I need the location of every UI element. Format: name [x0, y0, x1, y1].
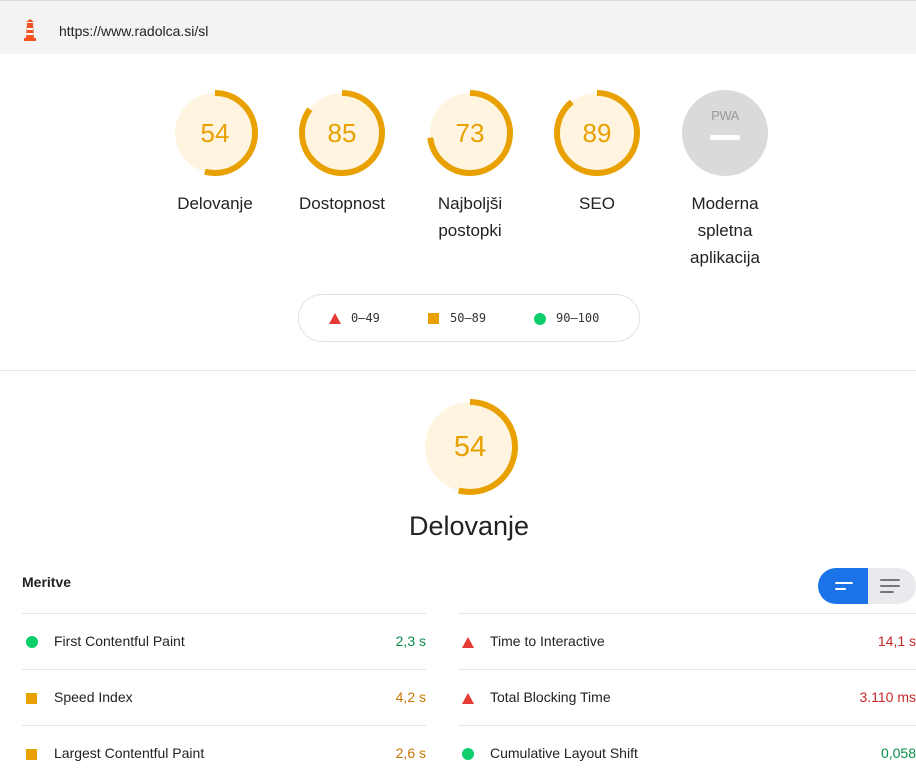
expanded-view-icon-line	[880, 585, 900, 587]
metric-name: Total Blocking Time	[490, 689, 611, 705]
performance-title: Delovanje	[408, 511, 530, 541]
metric-value: 3.110 ms	[859, 689, 916, 705]
gauge-performance[interactable]: 54 Delovanje	[151, 88, 279, 217]
metric-value: 2,3 s	[395, 633, 426, 649]
metric-name: Speed Index	[54, 689, 133, 705]
pwa-badge-text: PWA	[711, 108, 739, 123]
performance-gauge: 54	[420, 397, 520, 497]
pwa-dash-icon	[710, 135, 740, 140]
address-bar: https://www.radolca.si/sl	[0, 0, 916, 54]
square-average-icon	[428, 313, 439, 324]
metric-row: Speed Index 4,2 s	[22, 669, 426, 725]
score-legend: 0–49 50–89 90–100	[298, 294, 640, 342]
legend-range: 0–49	[351, 311, 380, 325]
square-average-icon	[26, 691, 37, 709]
url-text: https://www.radolca.si/sl	[59, 23, 209, 39]
metrics-heading: Meritve	[22, 574, 72, 590]
metrics-view-toggle[interactable]	[818, 568, 916, 604]
metric-value: 4,2 s	[395, 689, 426, 705]
metrics-column-left: First Contentful Paint 2,3 s Speed Index…	[22, 613, 426, 781]
triangle-fail-icon	[462, 635, 474, 653]
compact-view-button[interactable]	[818, 568, 868, 604]
category-gauges: 54 Delovanje 85 Dostopnost 73 Najboljši …	[0, 88, 916, 288]
square-average-icon	[26, 747, 37, 765]
pwa-badge-icon	[682, 90, 768, 176]
legend-range: 90–100	[556, 311, 600, 325]
gauge-best-practices[interactable]: 73 Najboljši postopki	[406, 88, 534, 244]
circle-pass-icon	[26, 635, 38, 653]
circle-pass-icon	[534, 313, 546, 325]
metric-name: Largest Contentful Paint	[54, 745, 205, 761]
gauge-score: 73	[455, 118, 485, 148]
expanded-view-button[interactable]	[868, 568, 916, 604]
metric-name: Time to Interactive	[490, 633, 605, 649]
circle-pass-icon	[462, 747, 474, 765]
gauge-label: SEO	[579, 194, 615, 213]
compact-view-icon	[835, 582, 853, 584]
metric-value: 2,6 s	[395, 745, 426, 761]
metric-value: 0,058	[880, 745, 916, 761]
lighthouse-icon	[24, 19, 36, 41]
performance-score: 54	[453, 431, 487, 463]
gauge-score: 89	[582, 118, 612, 148]
metric-row: Largest Contentful Paint 2,6 s	[22, 725, 426, 781]
expanded-view-icon-line	[880, 591, 894, 593]
gauge-label: Moderna spletna aplikacija	[690, 194, 760, 267]
metric-row: Total Blocking Time 3.110 ms	[458, 669, 916, 725]
metric-row: First Contentful Paint 2,3 s	[22, 613, 426, 669]
compact-view-icon-line	[835, 588, 846, 590]
metric-row: Cumulative Layout Shift 0,058	[458, 725, 916, 781]
gauge-accessibility[interactable]: 85 Dostopnost	[278, 88, 406, 217]
gauge-label: Delovanje	[177, 194, 253, 213]
expanded-view-icon	[880, 579, 900, 581]
gauge-seo[interactable]: 89 SEO	[533, 88, 661, 217]
metric-name: Cumulative Layout Shift	[490, 745, 638, 761]
triangle-fail-icon	[329, 313, 341, 324]
gauge-score: 54	[200, 118, 230, 148]
metric-name: First Contentful Paint	[54, 633, 185, 649]
metrics-column-right: Time to Interactive 14,1 s Total Blockin…	[458, 613, 916, 781]
metric-row: Time to Interactive 14,1 s	[458, 613, 916, 669]
gauge-score: 85	[327, 118, 357, 148]
gauge-label: Najboljši postopki	[437, 194, 503, 240]
triangle-fail-icon	[462, 691, 474, 709]
section-divider	[0, 370, 916, 371]
metric-value: 14,1 s	[877, 633, 916, 649]
legend-range: 50–89	[450, 311, 487, 325]
gauge-pwa[interactable]: PWA Moderna spletna aplikacija	[661, 88, 789, 271]
gauge-label: Dostopnost	[299, 194, 385, 213]
